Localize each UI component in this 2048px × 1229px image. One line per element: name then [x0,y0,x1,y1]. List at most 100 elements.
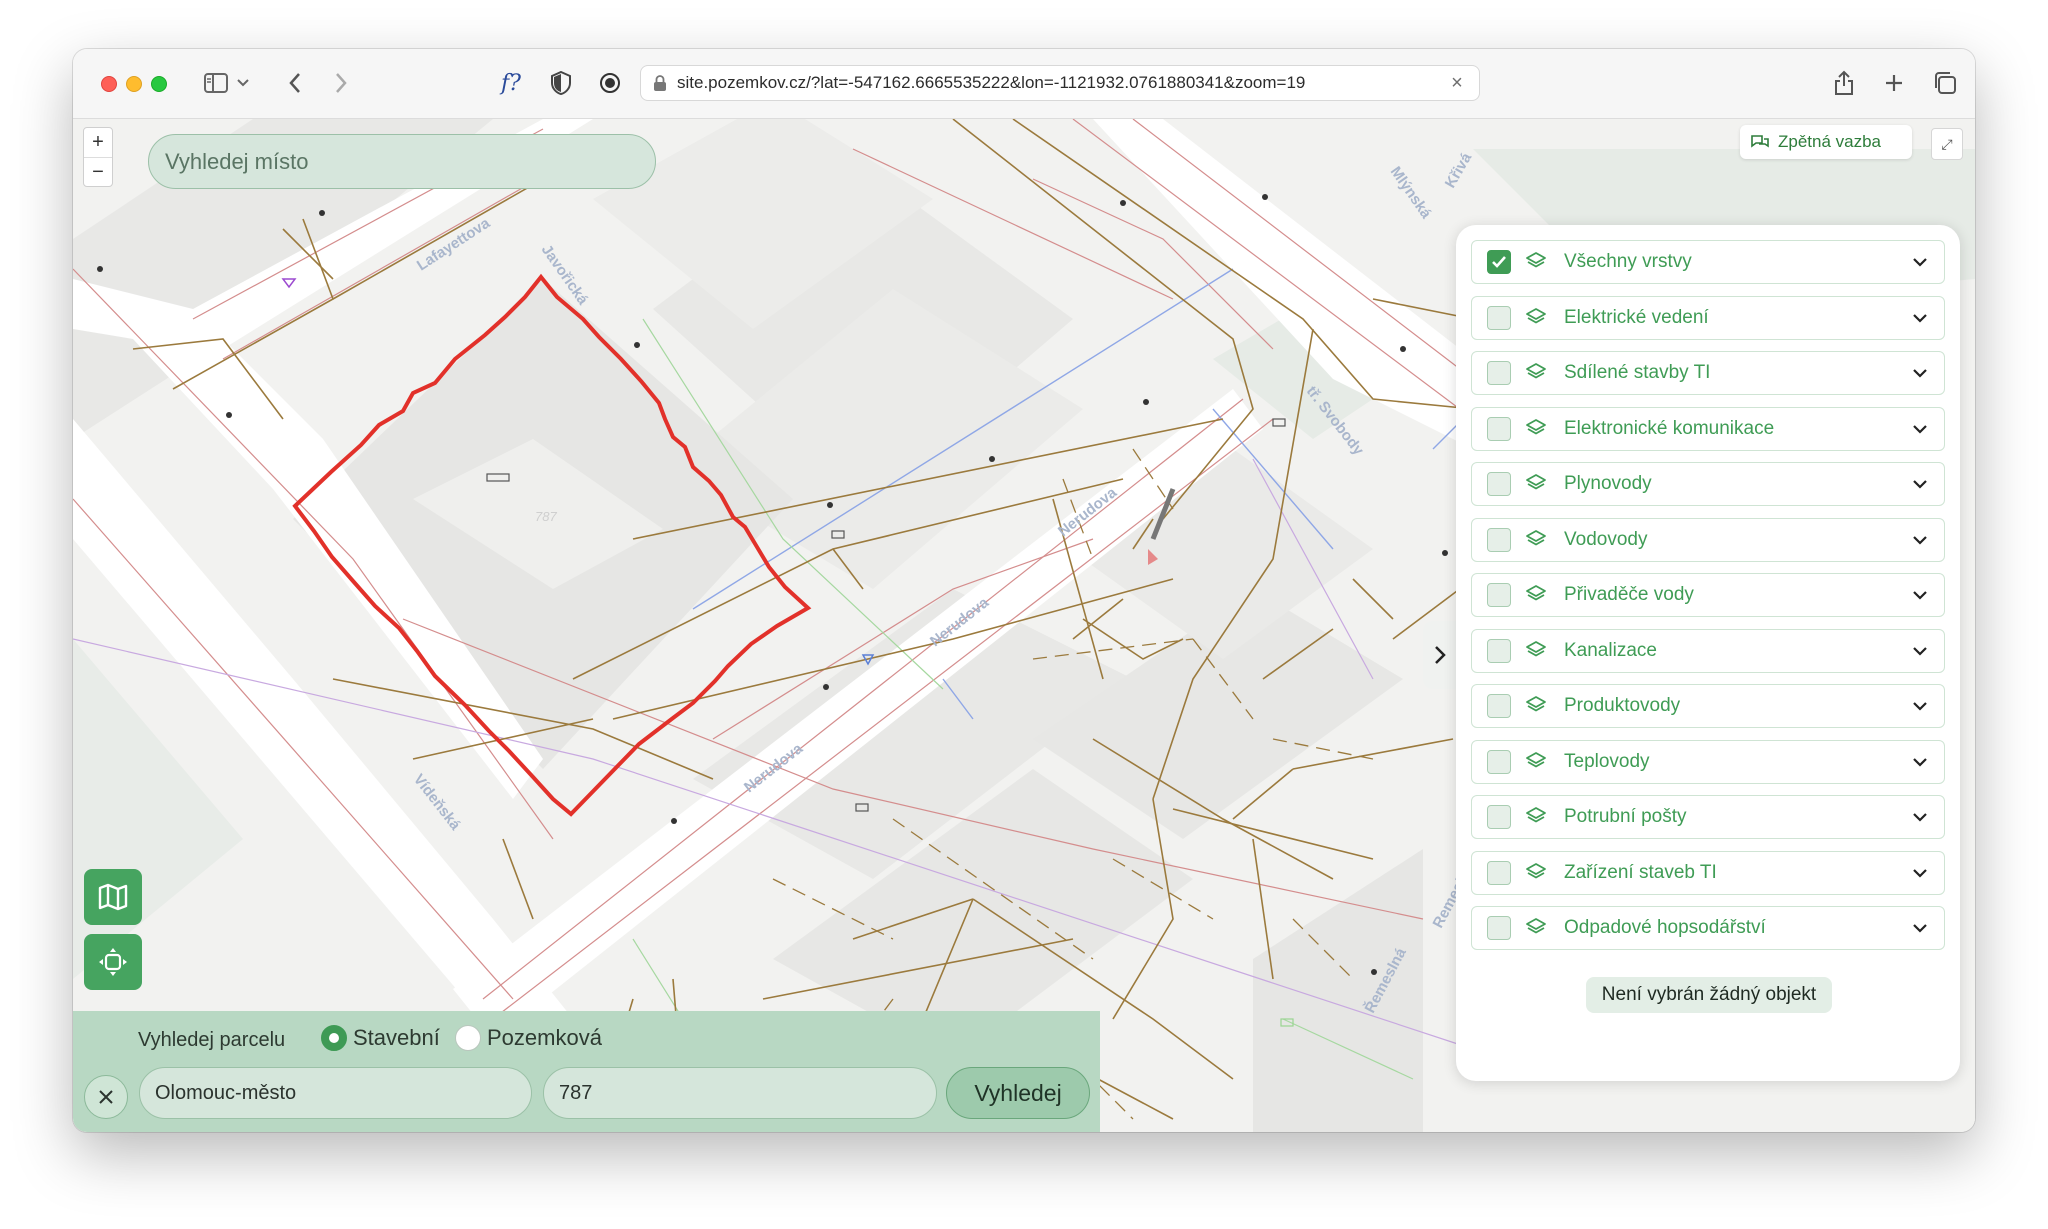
new-tab-icon[interactable] [1881,67,1907,99]
locate-button[interactable] [84,934,142,990]
layer-label: Přivaděče vody [1564,584,1694,605]
map-canvas[interactable]: Lafayettova Javořická Nerudova Nerudova … [73,119,1975,1132]
maximize-window-button[interactable] [151,76,167,92]
chevron-down-icon[interactable] [1910,530,1930,550]
formula-extension-icon[interactable]: f? [495,67,527,99]
layer-label: Zařízení staveb TI [1564,861,1717,883]
layer-checkbox[interactable] [1487,860,1511,885]
layers-icon [1526,363,1546,379]
layer-row[interactable]: Odpadové hopsodářství [1471,906,1945,950]
chevron-down-icon[interactable] [1910,419,1930,439]
chevron-down-icon[interactable] [1910,641,1930,661]
parcel-search-label: Vyhledej parcelu [138,1029,286,1051]
locate-icon [99,948,127,976]
layer-row[interactable]: Potrubní pošty [1471,795,1945,839]
layer-row[interactable]: Všechny vrstvy [1471,240,1945,284]
radio-indicator [455,1025,481,1051]
layers-icon [1526,585,1546,601]
feedback-button[interactable]: Zpětná vazba [1740,125,1912,159]
layer-row[interactable]: Elektronické komunikace [1471,406,1945,451]
share-icon[interactable] [1831,67,1857,99]
address-bar[interactable]: site.pozemkov.cz/?lat=-547162.6665535222… [640,65,1480,101]
record-extension-icon[interactable] [597,67,623,99]
chevron-down-icon[interactable] [235,67,251,99]
layer-checkbox[interactable] [1487,749,1511,774]
chevron-down-icon[interactable] [1910,363,1930,383]
browser-window: f? site.pozemkov.cz/?lat=-547162.6665535… [73,49,1975,1132]
layer-label: Kanalizace [1564,639,1657,661]
parcel-search-button[interactable]: Vyhledej [946,1067,1090,1119]
district-value: Olomouc-město [155,1081,297,1104]
layer-checkbox[interactable] [1487,305,1511,330]
layers-icon [1526,529,1546,545]
map-layers-button[interactable] [84,869,142,925]
layers-icon [1526,252,1546,268]
layer-checkbox[interactable] [1487,527,1511,552]
minimize-window-button[interactable] [126,76,142,92]
check-icon [1492,256,1506,268]
layers-panel-toggle[interactable] [1423,621,1457,689]
radio-stavebni[interactable]: Stavební [321,1025,440,1051]
district-input[interactable]: Olomouc-město [139,1067,532,1119]
layer-label: Sdílené stavby TI [1564,362,1711,383]
layer-label: Všechny vrstvy [1564,251,1692,272]
chevron-down-icon[interactable] [1910,807,1930,827]
layer-checkbox[interactable] [1487,416,1511,441]
close-parcel-search-button[interactable] [84,1075,128,1119]
layer-row[interactable]: Přivaděče vody [1471,573,1945,617]
place-search-input[interactable]: Vyhledej místo [148,134,656,189]
layer-checkbox[interactable] [1487,805,1511,829]
layer-row[interactable]: Plynovody [1471,462,1945,506]
zoom-out-button[interactable]: − [84,157,112,186]
layer-checkbox[interactable] [1487,694,1511,718]
layer-label: Produktovody [1564,695,1681,716]
layer-label: Odpadové hopsodářství [1564,917,1766,938]
layers-icon [1526,474,1546,490]
shield-extension-icon[interactable] [548,67,574,99]
back-icon[interactable] [283,67,307,99]
layer-checkbox[interactable] [1487,916,1511,940]
fullscreen-button[interactable]: ⤢ [1931,128,1963,160]
layer-checkbox[interactable] [1487,250,1511,274]
close-window-button[interactable] [101,76,117,92]
no-object-status: Není vybrán žádný objekt [1586,977,1832,1013]
radio-label: Pozemková [487,1025,602,1050]
chevron-right-icon [1435,646,1446,664]
chevron-down-icon[interactable] [1910,252,1930,272]
feedback-icon [1751,135,1769,148]
zoom-in-button[interactable]: + [84,128,112,157]
expand-icon: ⤢ [1941,135,1953,152]
layer-row[interactable]: Kanalizace [1471,628,1945,673]
tabs-overview-icon[interactable] [1931,67,1959,99]
layer-label: Vodovody [1564,528,1648,550]
parcel-number-input[interactable]: 787 [543,1067,937,1119]
chevron-down-icon[interactable] [1910,585,1930,605]
radio-pozemkova[interactable]: Pozemková [455,1025,602,1051]
chevron-down-icon[interactable] [1910,474,1930,494]
chevron-down-icon[interactable] [1910,752,1930,772]
chevron-down-icon[interactable] [1910,696,1930,716]
layer-row[interactable]: Zařízení staveb TI [1471,850,1945,895]
clear-url-icon[interactable]: × [1447,72,1467,95]
layer-checkbox[interactable] [1487,638,1511,663]
layer-row[interactable]: Elektrické vedení [1471,295,1945,340]
sidebar-icon[interactable] [201,67,231,99]
layers-icon [1526,418,1546,434]
layers-icon [1526,307,1546,323]
layer-row[interactable]: Vodovody [1471,517,1945,562]
layers-icon [1526,807,1546,823]
layer-checkbox[interactable] [1487,361,1511,385]
layer-row[interactable]: Sdílené stavby TI [1471,351,1945,395]
layer-row[interactable]: Teplovody [1471,739,1945,784]
layer-checkbox[interactable] [1487,472,1511,496]
radio-label: Stavební [353,1025,440,1050]
parcel-search-bar: Vyhledej parcelu Stavební Pozemková Olom… [73,1011,1100,1132]
layer-row[interactable]: Produktovody [1471,684,1945,728]
forward-icon[interactable] [329,67,353,99]
layer-label: Elektrické vedení [1564,306,1709,328]
layers-icon [1526,918,1546,934]
layer-checkbox[interactable] [1487,583,1511,607]
chevron-down-icon[interactable] [1910,863,1930,883]
chevron-down-icon[interactable] [1910,918,1930,938]
chevron-down-icon[interactable] [1910,308,1930,328]
